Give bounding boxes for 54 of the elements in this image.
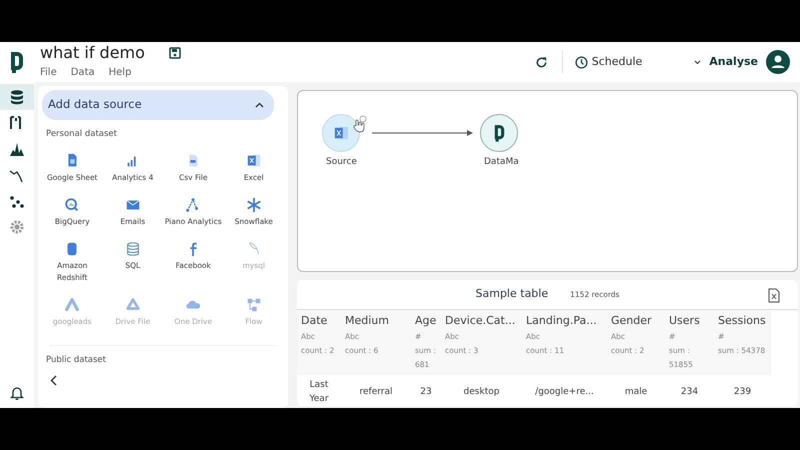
table-cell: Last Year (309, 380, 329, 404)
column-header: Device.Cat... (445, 313, 516, 329)
column-header: Landing.Pa... (526, 313, 598, 329)
table-cell: 239 (734, 387, 752, 397)
spreadsheet-icon (246, 152, 262, 169)
logo-icon (10, 51, 24, 73)
avatar-icon[interactable] (766, 50, 790, 74)
column-header: Date (301, 313, 328, 329)
schedule-button[interactable]: Schedule (574, 54, 642, 70)
caret-icon (694, 60, 702, 64)
column-header: Medium (345, 313, 390, 329)
source-node[interactable] (322, 114, 360, 152)
column-header: Age (415, 313, 437, 329)
logo-icon (494, 124, 504, 142)
node-label: Source (326, 156, 357, 169)
add-data-source-header[interactable]: Add data source (42, 90, 274, 120)
triangle-icon (64, 296, 80, 313)
node-label: DataMa (484, 156, 519, 169)
table-cell: referral (359, 387, 392, 397)
analyse-button[interactable]: Analyse (694, 54, 758, 70)
magnifier-icon (64, 197, 80, 213)
excel-export-icon[interactable] (768, 288, 780, 303)
bell-icon[interactable] (10, 385, 24, 400)
model-node[interactable] (480, 114, 518, 152)
menu-item[interactable]: Data (70, 65, 95, 80)
table-cell: 23 (420, 387, 432, 397)
triangle-outline-icon (124, 296, 141, 313)
column-header: Gender (611, 313, 653, 329)
table-cell: male (624, 387, 648, 397)
section-label: Personal dataset (46, 128, 118, 141)
spreadsheet-icon (333, 126, 349, 140)
clock-icon (574, 56, 588, 68)
database-icon (124, 241, 141, 258)
menu-item[interactable]: File (40, 65, 57, 80)
snowflake-icon (246, 197, 262, 213)
table-cell: 234 (680, 387, 698, 397)
database-icon (9, 89, 25, 105)
save-icon[interactable] (168, 46, 181, 58)
back-icon[interactable] (50, 374, 57, 386)
menu-item[interactable]: Help (108, 65, 132, 80)
table-cell: /google+re... (535, 387, 594, 397)
table-title: Sample table (476, 286, 548, 302)
nav-tab[interactable] (0, 84, 34, 110)
section-label: Public dataset (46, 354, 107, 367)
column-header: Sessions (718, 313, 767, 329)
refresh-icon[interactable] (534, 56, 548, 68)
table-cell: desktop (464, 387, 500, 397)
column-header: Users (669, 313, 701, 329)
scatter-icon (9, 193, 25, 209)
gear-icon (9, 219, 25, 235)
app-title: what if demo (40, 44, 145, 62)
hand-cursor-icon (352, 115, 368, 133)
flowchart-icon (246, 296, 262, 313)
chevron-icon (255, 102, 264, 108)
